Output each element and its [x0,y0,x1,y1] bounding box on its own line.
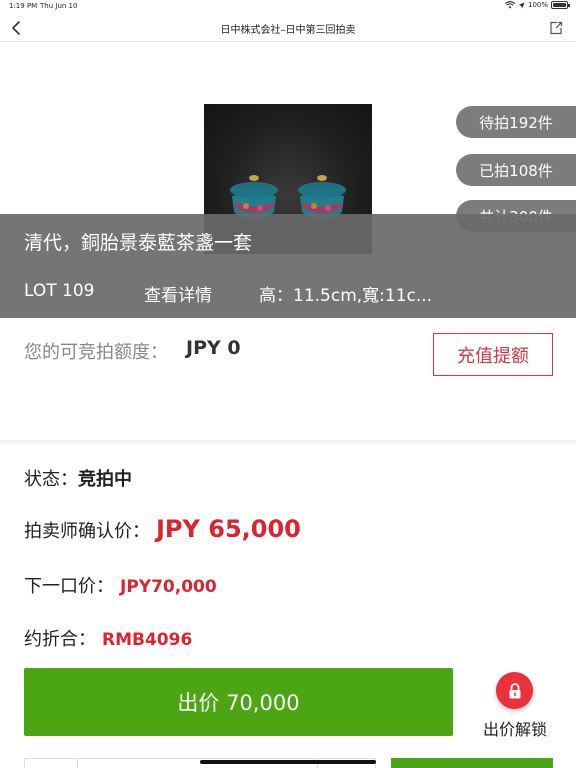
confirmed-price-label: 拍卖师确认价： [24,521,150,542]
place-bid-button[interactable]: 出价 70,000 [24,668,453,736]
stepper-divider [77,759,78,768]
status-time: 1:19 PM [9,2,38,10]
approx-price-row: 约折合： RMB4096 [24,625,192,651]
lot-title: 清代，銅胎景泰藍茶盞一套 [24,232,253,254]
lot-dimensions: 高：11.5cm,寬:11c... [259,286,433,306]
unlock-bid-label: 出价解锁 [482,720,547,739]
wifi-icon [504,1,515,9]
home-indicator [200,760,376,764]
navigation-bar: 日中株式会社–日中第三回拍卖 [0,14,576,42]
lock-icon [496,672,533,709]
sold-lots-badge[interactable]: 已拍108件 [456,154,576,186]
share-icon[interactable] [548,20,564,36]
next-bid-label: 下一口价： [24,576,114,597]
page-title: 日中株式会社–日中第三回拍卖 [220,25,356,36]
lot-number: LOT 109 [24,281,95,301]
approx-price-label: 约折合： [24,629,96,650]
credit-section: 您的可竞拍额度： JPY 0 充值提额 [0,318,576,440]
confirmed-price-row: 拍卖师确认价： JPY 65,000 [24,515,301,543]
recharge-button[interactable]: 充值提额 [433,333,553,376]
status-label: 状态： [24,469,78,490]
pending-lots-badge[interactable]: 待拍192件 [456,106,576,138]
lot-info-overlay: 清代，銅胎景泰藍茶盞一套 LOT 109 查看详情 高：11.5cm,寬:11c… [0,214,576,318]
view-details-link[interactable]: 查看详情 [144,281,212,306]
custom-bid-button[interactable] [391,758,553,768]
status-date: Thu Jun 10 [40,2,78,10]
credit-label: 您的可竞拍额度： [24,342,168,363]
battery-percent: 100% [527,1,548,9]
status-bar: 1:19 PM Thu Jun 10 100% [0,0,576,14]
unlock-bid-button[interactable]: 出价解锁 [478,672,552,739]
approx-price-value: RMB4096 [102,630,193,650]
battery-icon [551,1,570,9]
confirmed-price-value: JPY 65,000 [156,515,301,543]
section-divider [0,440,576,444]
next-bid-row: 下一口价： JPY70,000 [24,572,217,598]
status-row: 状态： 竞拍中 [24,465,132,491]
status-indicators: 100% [504,1,570,9]
next-bid-value: JPY70,000 [120,577,217,597]
status-value: 竞拍中 [78,469,132,490]
credit-value: JPY 0 [186,337,241,359]
location-icon [518,2,525,8]
